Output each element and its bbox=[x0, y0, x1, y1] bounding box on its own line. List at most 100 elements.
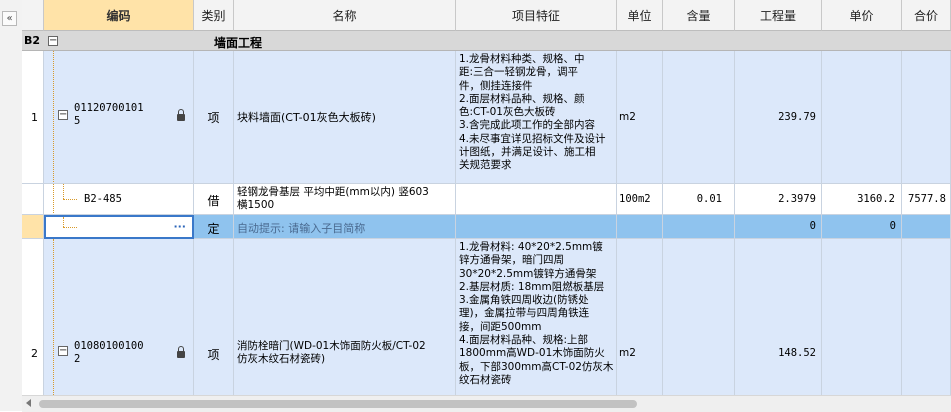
column-header-unit-price[interactable]: 单价 bbox=[822, 0, 902, 31]
column-header-features[interactable]: 项目特征 bbox=[456, 0, 617, 31]
code-edit-input[interactable]: ··· bbox=[44, 215, 194, 239]
table-row[interactable]: B2-485 借 轻钢龙骨基层 平均中距(mm以内) 竖603 横1500 10… bbox=[22, 184, 951, 215]
unit-text: m2 bbox=[619, 111, 636, 123]
content-cell[interactable] bbox=[663, 51, 735, 184]
lock-icon bbox=[177, 109, 185, 121]
code-cell[interactable]: − 01080100100 2 bbox=[44, 239, 194, 395]
quantity-cell[interactable]: 148.52 bbox=[735, 239, 822, 395]
content-text: 0.01 bbox=[696, 193, 722, 205]
quantity-text: 0 bbox=[809, 220, 816, 232]
unit-price-cell[interactable] bbox=[822, 239, 902, 395]
total-cell[interactable] bbox=[902, 51, 951, 184]
quantity-cell[interactable]: 2.3979 bbox=[735, 184, 822, 215]
group-row[interactable]: B2 − 墙面工程 bbox=[22, 31, 951, 51]
code-cell[interactable]: − 01120700101 5 bbox=[44, 51, 194, 184]
column-header-category[interactable]: 类别 bbox=[194, 0, 234, 31]
unit-text: 100m2 bbox=[619, 193, 651, 205]
unit-price-text: 3160.2 bbox=[857, 193, 895, 205]
group-name: 墙面工程 bbox=[214, 36, 263, 50]
tree-line bbox=[53, 51, 54, 183]
autocomplete-hint: 自动提示: 请输入子目简称 bbox=[237, 222, 366, 235]
lock-icon bbox=[177, 346, 185, 358]
features-cell[interactable] bbox=[456, 215, 617, 239]
quantity-cell[interactable]: 0 bbox=[735, 215, 822, 239]
category-text: 借 bbox=[207, 194, 220, 208]
unit-cell[interactable]: 100m2 bbox=[617, 184, 663, 215]
group-id: B2 bbox=[24, 34, 41, 47]
content-cell[interactable] bbox=[663, 215, 735, 239]
category-text: 项 bbox=[207, 348, 220, 362]
total-text: 7577.8 bbox=[908, 193, 946, 205]
name-cell[interactable]: 块料墙面(CT-01灰色大板砖) bbox=[234, 51, 456, 184]
collapse-item-icon[interactable]: − bbox=[58, 346, 68, 356]
tree-line bbox=[63, 184, 64, 199]
quantity-text: 2.3979 bbox=[778, 193, 816, 205]
unit-price-cell[interactable]: 3160.2 bbox=[822, 184, 902, 215]
name-cell[interactable]: 自动提示: 请输入子目简称 bbox=[234, 215, 456, 239]
unit-price-text: 0 bbox=[889, 220, 896, 232]
column-header-code[interactable]: 编码 bbox=[44, 0, 194, 31]
row-index: 2 bbox=[31, 347, 38, 360]
scrollbar-thumb[interactable] bbox=[39, 400, 637, 408]
tree-line bbox=[53, 239, 54, 395]
total-cell[interactable]: 7577.8 bbox=[902, 184, 951, 215]
tree-line bbox=[53, 184, 54, 214]
item-code: 01120700101 5 bbox=[74, 102, 144, 127]
row-number-header bbox=[22, 0, 44, 31]
name-cell[interactable]: 消防栓暗门(WD-01木饰面防火板/CT-02 仿灰木纹石材瓷砖) bbox=[234, 239, 456, 395]
left-sidebar: « bbox=[0, 0, 23, 411]
column-header-quantity[interactable]: 工程量 bbox=[735, 0, 822, 31]
features-cell[interactable]: 1.龙骨材料: 40*20*2.5mm镀 锌方通骨架，暗门四周 30*20*2.… bbox=[456, 239, 617, 395]
column-header-total[interactable]: 合价 bbox=[902, 0, 951, 31]
row-index-cell bbox=[22, 184, 44, 215]
row-index: 1 bbox=[31, 111, 38, 124]
unit-cell[interactable]: m2 bbox=[617, 51, 663, 184]
row-index-cell: 2 bbox=[22, 239, 44, 395]
content-cell[interactable] bbox=[663, 239, 735, 395]
content-cell[interactable]: 0.01 bbox=[663, 184, 735, 215]
scroll-left-icon[interactable] bbox=[26, 399, 31, 407]
unit-text: m2 bbox=[619, 347, 636, 359]
quantity-text: 148.52 bbox=[778, 347, 816, 359]
name-text: 消防栓暗门(WD-01木饰面防火板/CT-02 仿灰木纹石材瓷砖) bbox=[237, 340, 426, 365]
category-cell[interactable]: 项 bbox=[194, 51, 234, 184]
row-index-cell bbox=[22, 215, 44, 239]
total-cell[interactable] bbox=[902, 215, 951, 239]
unit-price-cell[interactable]: 0 bbox=[822, 215, 902, 239]
name-text: 轻钢龙骨基层 平均中距(mm以内) 竖603 横1500 bbox=[237, 186, 429, 211]
horizontal-scrollbar[interactable] bbox=[22, 395, 951, 412]
table-row[interactable]: 1 − 01120700101 5 项 块料墙面(CT-01灰色大板砖) 1.龙… bbox=[22, 51, 951, 184]
item-code: 01080100100 2 bbox=[74, 340, 144, 365]
bill-of-quantities-grid: 编码 类别 名称 项目特征 单位 含量 工程量 单价 合价 B2 − 墙面工程 … bbox=[22, 0, 951, 395]
quantity-cell[interactable]: 239.79 bbox=[735, 51, 822, 184]
code-cell[interactable]: B2-485 bbox=[44, 184, 194, 215]
column-header-content[interactable]: 含量 bbox=[663, 0, 735, 31]
column-header-unit[interactable]: 单位 bbox=[617, 0, 663, 31]
collapse-item-icon[interactable]: − bbox=[58, 110, 68, 120]
category-cell[interactable]: 项 bbox=[194, 239, 234, 395]
collapse-group-icon[interactable]: − bbox=[48, 36, 58, 46]
tree-line bbox=[63, 199, 77, 200]
tree-line bbox=[63, 227, 77, 228]
category-cell[interactable]: 定 bbox=[194, 215, 234, 239]
table-row-selected[interactable]: ··· 定 自动提示: 请输入子目简称 0 0 bbox=[22, 215, 951, 239]
unit-cell[interactable] bbox=[617, 215, 663, 239]
name-text: 块料墙面(CT-01灰色大板砖) bbox=[237, 111, 376, 124]
quantity-text: 239.79 bbox=[778, 111, 816, 123]
features-cell[interactable]: 1.龙骨材料种类、规格、中 距:三合一轻钢龙骨，调平 件，侧挂连接件 2.面层材… bbox=[456, 51, 617, 184]
features-cell[interactable] bbox=[456, 184, 617, 215]
unit-price-cell[interactable] bbox=[822, 51, 902, 184]
ellipsis-button[interactable]: ··· bbox=[173, 220, 186, 233]
category-text: 项 bbox=[207, 111, 220, 125]
column-header-name[interactable]: 名称 bbox=[234, 0, 456, 31]
item-code: B2-485 bbox=[84, 193, 122, 205]
total-cell[interactable] bbox=[902, 239, 951, 395]
unit-cell[interactable]: m2 bbox=[617, 239, 663, 395]
name-cell[interactable]: 轻钢龙骨基层 平均中距(mm以内) 竖603 横1500 bbox=[234, 184, 456, 215]
category-text: 定 bbox=[207, 222, 220, 236]
row-index-cell: 1 bbox=[22, 51, 44, 184]
table-row[interactable]: 2 − 01080100100 2 项 消防栓暗门(WD-01木饰面防火板/CT… bbox=[22, 239, 951, 395]
tree-line bbox=[63, 217, 64, 227]
category-cell[interactable]: 借 bbox=[194, 184, 234, 215]
collapse-panel-button[interactable]: « bbox=[2, 11, 17, 26]
